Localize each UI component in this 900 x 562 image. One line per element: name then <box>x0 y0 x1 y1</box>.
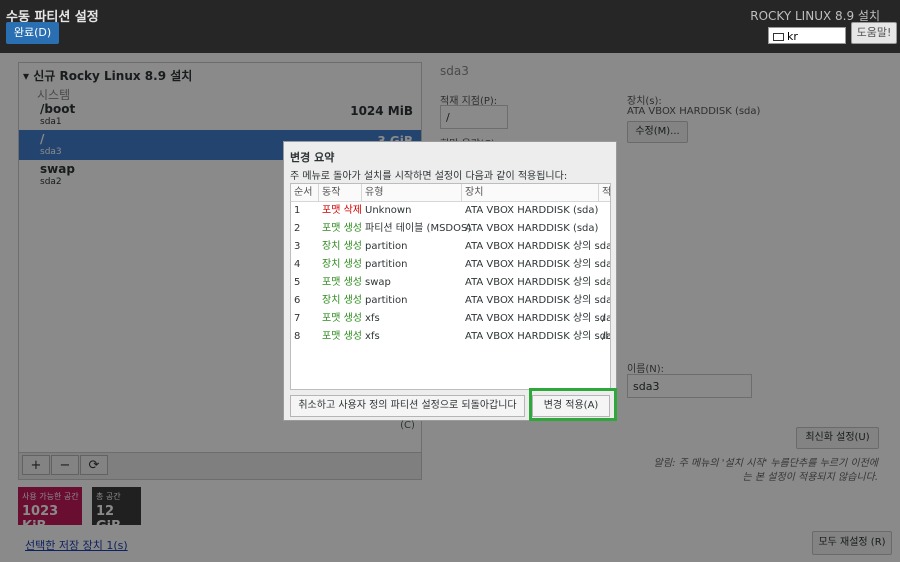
row-type: Unknown <box>365 205 412 216</box>
table-row[interactable]: 1 포맷 삭제 Unknown ATA VBOX HARDDISK (sda) <box>291 202 610 220</box>
row-device: ATA VBOX HARDDISK 상의 sda3 <box>465 295 611 306</box>
row-mount: /bo <box>602 331 610 342</box>
column-header-device[interactable]: 장치 <box>462 184 599 202</box>
top-bar: 수동 파티션 설정 완료(D) ROCKY LINUX 8.9 설치 kr 도움… <box>0 0 900 53</box>
row-device: ATA VBOX HARDDISK 상의 sda3 <box>465 313 611 324</box>
row-order: 5 <box>294 277 301 288</box>
row-order: 1 <box>294 205 301 216</box>
row-type: partition <box>365 259 408 270</box>
table-row[interactable]: 6 장치 생성 partition ATA VBOX HARDDISK 상의 s… <box>291 292 611 310</box>
row-order: 7 <box>294 313 301 324</box>
row-type: swap <box>365 277 391 288</box>
row-type: partition <box>365 241 408 252</box>
row-type: 파티션 테이블 (MSDOS) <box>365 223 472 234</box>
keyboard-layout-label: kr <box>787 30 798 43</box>
table-row[interactable]: 8 포맷 생성 xfs ATA VBOX HARDDISK 상의 sda1 /b… <box>291 328 611 346</box>
row-device: ATA VBOX HARDDISK (sda) <box>465 223 599 234</box>
table-row[interactable]: 3 장치 생성 partition ATA VBOX HARDDISK 상의 s… <box>291 238 611 256</box>
table-row[interactable]: 2 포맷 생성 파티션 테이블 (MSDOS) ATA VBOX HARDDIS… <box>291 220 610 238</box>
changes-table[interactable]: 순서 동작 유형 장치 적 1 포맷 삭제 Unknown ATA VBOX H… <box>290 183 611 390</box>
row-action: 포맷 삭제 <box>322 205 362 216</box>
row-action: 포맷 생성 <box>322 223 362 234</box>
row-action: 포맷 생성 <box>322 313 362 324</box>
row-device: ATA VBOX HARDDISK 상의 sda2 <box>465 277 611 288</box>
column-header-action[interactable]: 동작 <box>319 184 362 202</box>
row-type: xfs <box>365 331 380 342</box>
change-summary-dialog: 변경 요약 주 메뉴로 돌아가 설치를 시작하면 설정이 다음과 같이 적용됩니… <box>283 141 617 431</box>
column-header-type[interactable]: 유형 <box>362 184 462 202</box>
table-row[interactable]: 7 포맷 생성 xfs ATA VBOX HARDDISK 상의 sda3 / <box>291 310 611 328</box>
row-order: 2 <box>294 223 301 234</box>
row-action: 포맷 생성 <box>322 277 362 288</box>
row-action: 장치 생성 <box>322 295 362 306</box>
dialog-title: 변경 요약 <box>290 151 335 164</box>
done-button[interactable]: 완료(D) <box>6 22 59 44</box>
row-order: 6 <box>294 295 301 306</box>
row-device: ATA VBOX HARDDISK 상의 sda1 <box>465 331 611 342</box>
row-mount: / <box>602 313 606 324</box>
dialog-description: 주 메뉴로 돌아가 설치를 시작하면 설정이 다음과 같이 적용됩니다: <box>290 171 568 182</box>
help-button[interactable]: 도움말! <box>851 22 897 44</box>
column-header-order[interactable]: 순서 <box>291 184 319 202</box>
row-type: xfs <box>365 313 380 324</box>
row-action: 장치 생성 <box>322 241 362 252</box>
row-action: 포맷 생성 <box>322 331 362 342</box>
table-row[interactable]: 5 포맷 생성 swap ATA VBOX HARDDISK 상의 sda2 <box>291 274 611 292</box>
keyboard-layout-indicator[interactable]: kr <box>768 27 846 44</box>
row-type: partition <box>365 295 408 306</box>
keyboard-icon <box>773 33 784 41</box>
table-row[interactable]: 4 장치 생성 partition ATA VBOX HARDDISK 상의 s… <box>291 256 611 274</box>
row-device: ATA VBOX HARDDISK (sda) <box>465 205 599 216</box>
row-order: 3 <box>294 241 301 252</box>
row-order: 8 <box>294 331 301 342</box>
apply-button-highlight <box>529 388 617 421</box>
column-header-mount[interactable]: 적 <box>599 184 610 202</box>
row-device: ATA VBOX HARDDISK 상의 sda1 <box>465 241 611 252</box>
cancel-return-button[interactable]: 취소하고 사용자 정의 파티션 설정으로 되돌아갑니다(C) <box>290 395 525 431</box>
row-device: ATA VBOX HARDDISK 상의 sda2 <box>465 259 611 270</box>
row-action: 장치 생성 <box>322 259 362 270</box>
row-order: 4 <box>294 259 301 270</box>
